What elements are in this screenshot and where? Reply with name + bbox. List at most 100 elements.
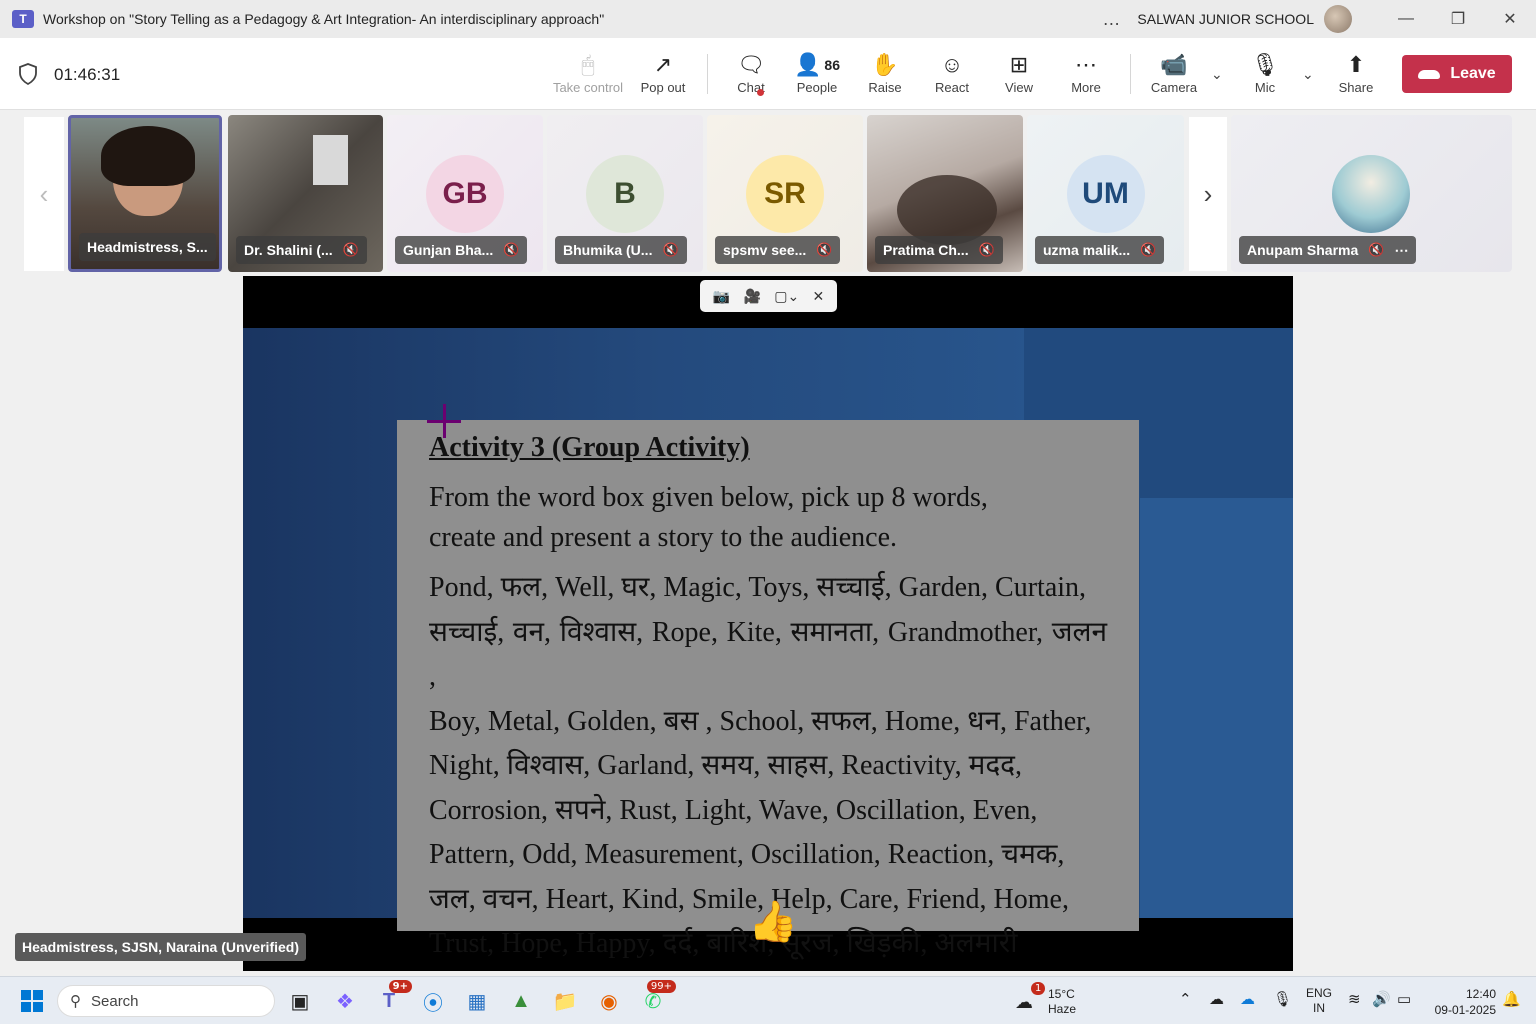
whatsapp-icon[interactable]: ✆ 99+ (638, 980, 676, 1016)
participant-nameplate: Bhumika (U... 🔇 (555, 236, 687, 264)
hang-up-icon (1418, 69, 1441, 79)
firefox-icon[interactable]: ◉ (594, 986, 624, 1016)
close-snip-icon[interactable]: ✕ (813, 288, 825, 305)
take-control-button[interactable]: 🖱 Take control (552, 50, 624, 95)
edge-browser-icon[interactable]: ⦿ (418, 986, 448, 1016)
participant-avatar: B (586, 155, 664, 233)
participant-tile[interactable]: B Bhumika (U... 🔇 (547, 115, 703, 272)
camera-options-chevron-icon[interactable]: ⌄ (1211, 66, 1223, 83)
people-button[interactable]: 👤 86 People (781, 50, 853, 95)
chat-button[interactable]: 🗨 Chat (715, 50, 787, 95)
teams-taskbar-icon[interactable]: T 9+ (374, 980, 412, 1016)
windows-start-icon[interactable] (17, 986, 47, 1016)
mic-off-icon: 🔇 (503, 242, 520, 257)
pop-out-label: Pop out (640, 80, 686, 95)
react-label: React (935, 80, 969, 95)
participant-tile[interactable]: Anupam Sharma 🔇 ⋯ (1231, 115, 1512, 272)
participant-profile-photo (1332, 155, 1410, 233)
title-bar: T Workshop on "Story Telling as a Pedago… (0, 0, 1536, 38)
restore-icon[interactable]: ❐ (1432, 0, 1484, 38)
next-participants-chevron-icon[interactable]: › (1189, 117, 1227, 271)
mic-off-icon: 🔇 (1368, 242, 1385, 257)
search-label: Search (91, 992, 139, 1010)
participant-tile[interactable]: Pratima Ch... 🔇 (867, 115, 1023, 272)
raise-hand-icon: ✋ (871, 52, 899, 77)
photos-app-icon[interactable]: ▲ (506, 986, 536, 1016)
mic-off-icon: 🔇 (816, 242, 833, 257)
participant-tile[interactable]: Headmistress, S... (68, 115, 222, 272)
taskbar-search[interactable]: ⚲ Search (57, 985, 275, 1017)
raise-hand-button[interactable]: ✋ Raise (849, 50, 921, 95)
mic-off-icon: 🔇 (1140, 242, 1157, 257)
people-count: 86 (824, 57, 840, 73)
whatsapp-notification-badge: 99+ (646, 980, 676, 993)
system-clock[interactable]: 12:40 09-01-2025 (1426, 986, 1496, 1018)
view-label: View (1005, 80, 1033, 95)
react-button[interactable]: ☺ React (916, 50, 988, 95)
mic-muted-tray-icon[interactable]: 🎙 (1273, 990, 1292, 1008)
word-line: Night, विश्वास, Garland, समय, साहस, Reac… (429, 750, 1023, 781)
network-drive-icon[interactable]: ☁ (1209, 990, 1224, 1008)
video-record-icon[interactable]: 🎥 (743, 288, 760, 305)
file-explorer-icon[interactable]: 📁 (550, 986, 580, 1016)
participant-tile[interactable]: UM uzma malik... 🔇 (1027, 115, 1184, 272)
participant-nameplate: uzma malik... 🔇 (1035, 236, 1165, 264)
participant-tile[interactable]: SR spsmv see... 🔇 (707, 115, 863, 272)
toolbar-divider (707, 54, 708, 94)
leave-label: Leave (1450, 65, 1496, 82)
take-control-icon: 🖱 (581, 52, 595, 77)
participant-avatar: GB (426, 155, 504, 233)
organization-name[interactable]: SALWAN JUNIOR SCHOOL (1137, 11, 1314, 27)
participant-tile[interactable]: Dr. Shalini (... 🔇 (228, 115, 383, 272)
task-view-icon[interactable]: ▣ (285, 986, 315, 1016)
word-line: Pattern, Odd, Measurement, Oscillation, … (429, 839, 1065, 870)
battery-icon[interactable]: ▭ (1397, 990, 1411, 1008)
participant-video (313, 135, 348, 185)
participant-nameplate: Headmistress, S... (79, 233, 216, 261)
mic-off-icon: 🔇 (978, 242, 995, 257)
profile-avatar[interactable] (1324, 5, 1352, 33)
notifications-icon[interactable]: 🔔 (1502, 990, 1521, 1008)
participant-more-icon[interactable]: ⋯ (1394, 242, 1408, 259)
onedrive-icon[interactable]: ☁ (1240, 990, 1255, 1008)
share-label: Share (1338, 80, 1374, 95)
show-hidden-icons-chevron-icon[interactable]: ⌃ (1179, 990, 1192, 1008)
volume-icon[interactable]: 🔊 (1372, 990, 1391, 1008)
snip-mode-icon[interactable]: ▢⌄ (774, 288, 799, 305)
share-button[interactable]: ⬆ Share (1320, 50, 1392, 95)
camera-off-icon: 📹 (1160, 52, 1188, 77)
view-button[interactable]: ⊞ View (983, 50, 1055, 95)
meeting-toolbar: 01:46:31 🖱 Take control ↗ Pop out 🗨 Chat… (0, 38, 1536, 110)
mic-button[interactable]: 🎙 Mic (1229, 50, 1301, 95)
word-line: सच्चाई, वन, विश्वास, Rope, Kite, समानता,… (429, 616, 1107, 693)
mic-options-chevron-icon[interactable]: ⌄ (1302, 66, 1314, 83)
slide-content: Activity 3 (Group Activity) From the wor… (397, 420, 1139, 959)
participant-hair (101, 126, 195, 186)
chat-icon: 🗨 (737, 52, 765, 77)
shield-icon (19, 63, 37, 85)
leave-button[interactable]: Leave (1402, 55, 1512, 93)
mic-off-icon: 🔇 (662, 242, 679, 257)
participant-nameplate: spsmv see... 🔇 (715, 236, 841, 264)
close-icon[interactable]: ✕ (1484, 0, 1536, 38)
pop-out-button[interactable]: ↗ Pop out (627, 50, 699, 95)
pop-out-icon: ↗ (653, 52, 673, 77)
more-button[interactable]: ⋯ More (1050, 50, 1122, 95)
wifi-icon[interactable]: ≋ (1348, 990, 1361, 1008)
active-speaker-label: Headmistress, SJSN, Naraina (Unverified) (15, 933, 306, 961)
minimize-icon[interactable]: — (1380, 0, 1432, 38)
thumbs-up-reaction-icon: 👍 (748, 900, 798, 944)
participant-tile[interactable]: GB Gunjan Bha... 🔇 (387, 115, 543, 272)
copilot-icon[interactable]: ❖ (330, 986, 360, 1016)
camera-button[interactable]: 📹 Camera (1138, 50, 1210, 95)
participant-nameplate: Dr. Shalini (... 🔇 (236, 236, 367, 264)
screenshot-icon[interactable]: 📷 (713, 288, 730, 305)
participant-video (897, 175, 997, 245)
previous-participants-chevron-icon[interactable]: ‹ (24, 117, 64, 271)
search-icon: ⚲ (70, 993, 81, 1010)
smiley-icon: ☺ (940, 52, 964, 77)
more-options-icon[interactable]: … (1102, 9, 1121, 30)
language-indicator[interactable]: ENG IN (1306, 986, 1332, 1016)
notepad-app-icon[interactable]: ▦ (462, 986, 492, 1016)
weather-widget[interactable]: ☁ 1 15°C Haze (1015, 982, 1105, 1018)
